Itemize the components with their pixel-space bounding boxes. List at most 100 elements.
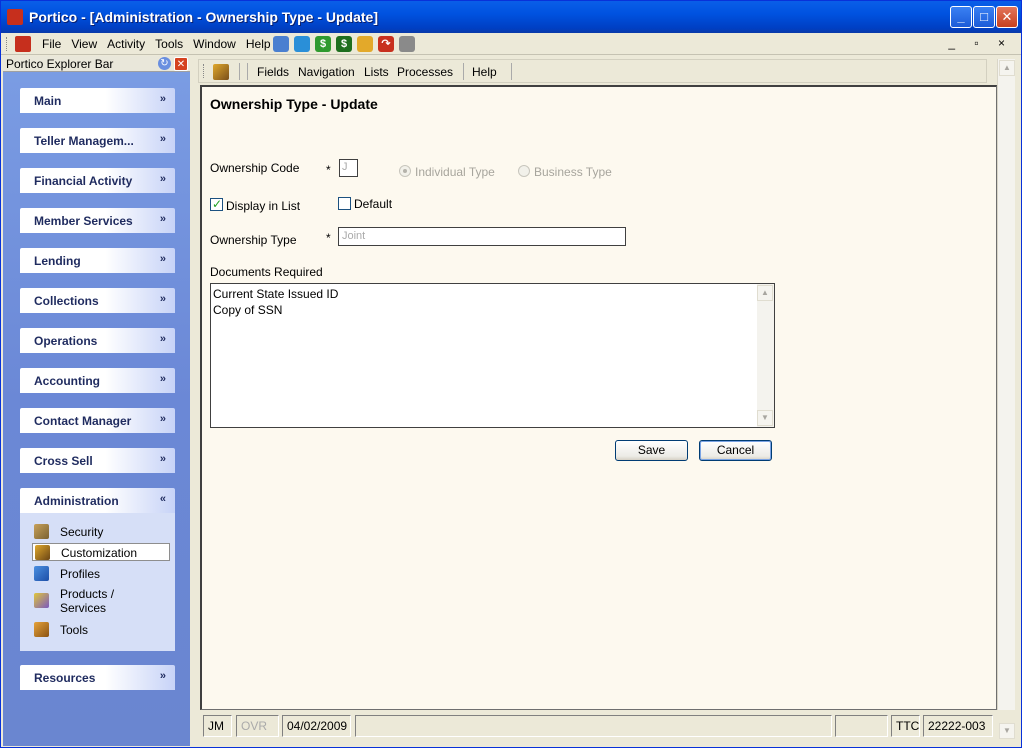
cancel-button[interactable]: Cancel	[699, 440, 772, 461]
chevron-down-icon[interactable]: »	[160, 173, 166, 185]
cmd-fields[interactable]: Fields	[257, 65, 289, 79]
business-type-radio[interactable]	[518, 165, 530, 177]
main-scrollbar[interactable]: ▲ ▼	[997, 59, 1015, 739]
cmd-lists[interactable]: Lists	[364, 65, 389, 79]
dollar-icon[interactable]: $	[315, 36, 331, 52]
status-code: 22222-003	[923, 715, 993, 737]
admin-item-profiles[interactable]: Profiles	[32, 565, 172, 583]
ownership-type-field[interactable]: Joint	[338, 227, 626, 246]
form-content: Ownership Type - Update Ownership Code *…	[200, 85, 997, 710]
status-ttc: TTC	[891, 715, 920, 737]
chevron-down-icon[interactable]: »	[160, 453, 166, 465]
ownership-code-label: Ownership Code	[210, 161, 300, 175]
group-member-services[interactable]: Member Services »	[20, 208, 175, 233]
chevron-down-icon[interactable]: »	[160, 213, 166, 225]
redo-arrow-icon[interactable]: ↷	[378, 36, 394, 52]
group-operations[interactable]: Operations »	[20, 328, 175, 353]
group-administration[interactable]: Administration «	[20, 488, 175, 513]
tag-icon[interactable]	[294, 36, 310, 52]
chevron-down-icon[interactable]: »	[160, 373, 166, 385]
admin-item-products-services[interactable]: Products / Services	[32, 585, 172, 615]
application-window: Portico - [Administration - Ownership Ty…	[0, 0, 1022, 748]
save-button[interactable]: Save	[615, 440, 688, 461]
group-label: Accounting	[34, 374, 100, 388]
coin-bag-icon[interactable]	[357, 36, 373, 52]
display-in-list-checkbox[interactable]	[210, 197, 223, 211]
network-icon[interactable]	[273, 36, 289, 52]
portico-logo-icon	[7, 9, 23, 25]
default-checkbox[interactable]	[338, 197, 351, 210]
chevron-down-icon[interactable]: »	[160, 293, 166, 305]
scroll-up-icon[interactable]: ▲	[757, 285, 773, 301]
documents-required-label: Documents Required	[210, 265, 323, 279]
chevron-down-icon[interactable]: »	[160, 133, 166, 145]
display-in-list-label: Display in List	[226, 199, 301, 213]
group-contact-manager[interactable]: Contact Manager »	[20, 408, 175, 433]
customization-icon	[35, 545, 50, 560]
group-collections[interactable]: Collections »	[20, 288, 175, 313]
group-financial-activity[interactable]: Financial Activity »	[20, 168, 175, 193]
cmd-help[interactable]: Help	[472, 65, 497, 79]
group-main[interactable]: Main »	[20, 88, 175, 113]
maximize-button[interactable]: □	[973, 6, 995, 28]
cash-drawer-icon[interactable]: $	[336, 36, 352, 52]
chevron-down-icon[interactable]: »	[160, 93, 166, 105]
group-label: Member Services	[34, 214, 133, 228]
document-line: Current State Issued ID	[213, 287, 339, 301]
admin-item-tools[interactable]: Tools	[32, 621, 172, 639]
status-user: JM	[203, 715, 232, 737]
menu-tools[interactable]: Tools	[155, 37, 189, 51]
refresh-icon[interactable]: ↻	[158, 57, 171, 70]
group-label: Contact Manager	[34, 414, 132, 428]
required-marker: *	[326, 163, 331, 177]
explorer-bar: Portico Explorer Bar ↻ ✕ Main » Teller M…	[3, 56, 190, 746]
menu-view[interactable]: View	[71, 37, 103, 51]
group-label: Financial Activity	[34, 174, 133, 188]
default-label: Default	[354, 197, 393, 211]
group-resources[interactable]: Resources »	[20, 665, 175, 690]
admin-item-label: Products /	[60, 587, 115, 601]
cmd-processes[interactable]: Processes	[397, 65, 453, 79]
toolbar-grip[interactable]	[203, 64, 206, 78]
mdi-window-controls[interactable]: _ ▫ ×	[948, 36, 1013, 50]
admin-item-customization[interactable]: Customization	[32, 543, 170, 561]
command-bar: Fields Navigation Lists Processes Help	[198, 59, 987, 83]
chevron-up-icon[interactable]: «	[160, 493, 166, 505]
business-type-label: Business Type	[534, 165, 612, 179]
menu-activity[interactable]: Activity	[107, 37, 151, 51]
cmd-navigation[interactable]: Navigation	[298, 65, 355, 79]
chevron-down-icon[interactable]: »	[160, 413, 166, 425]
ownership-code-field[interactable]: J	[339, 159, 358, 177]
toolbar-grip[interactable]	[6, 37, 9, 51]
group-teller-management[interactable]: Teller Managem... »	[20, 128, 175, 153]
chevron-down-icon[interactable]: »	[160, 253, 166, 265]
title-bar[interactable]: Portico - [Administration - Ownership Ty…	[1, 1, 1021, 33]
printer-icon[interactable]	[399, 36, 415, 52]
chevron-down-icon[interactable]: »	[160, 333, 166, 345]
menu-file[interactable]: File	[42, 37, 67, 51]
group-accounting[interactable]: Accounting »	[20, 368, 175, 393]
menu-window[interactable]: Window	[193, 37, 242, 51]
separator	[511, 63, 512, 80]
individual-type-radio[interactable]	[399, 165, 411, 177]
chevron-down-icon[interactable]: »	[160, 670, 166, 682]
individual-type-label: Individual Type	[415, 165, 495, 179]
textarea-scrollbar[interactable]: ▲ ▼	[757, 284, 774, 427]
menu-bar: File View Activity Tools Window Help $ $…	[1, 33, 1021, 55]
documents-required-textarea[interactable]: Current State Issued ID Copy of SSN ▲ ▼	[210, 283, 775, 428]
group-lending[interactable]: Lending »	[20, 248, 175, 273]
menu-help[interactable]: Help	[246, 37, 277, 51]
admin-item-security[interactable]: Security	[32, 523, 172, 541]
scroll-down-icon[interactable]: ▼	[999, 723, 1015, 739]
status-date: 04/02/2009	[282, 715, 351, 737]
status-blank	[835, 715, 888, 737]
explorer-close-button[interactable]: ✕	[174, 57, 188, 71]
group-cross-sell[interactable]: Cross Sell »	[20, 448, 175, 473]
customization-icon[interactable]	[213, 64, 229, 80]
scroll-up-icon[interactable]: ▲	[999, 60, 1015, 76]
scroll-down-icon[interactable]: ▼	[757, 410, 773, 426]
minimize-button[interactable]: _	[950, 6, 972, 28]
products-icon	[34, 593, 49, 608]
close-button[interactable]: ✕	[996, 6, 1018, 28]
app-menu-icon[interactable]	[15, 36, 31, 52]
